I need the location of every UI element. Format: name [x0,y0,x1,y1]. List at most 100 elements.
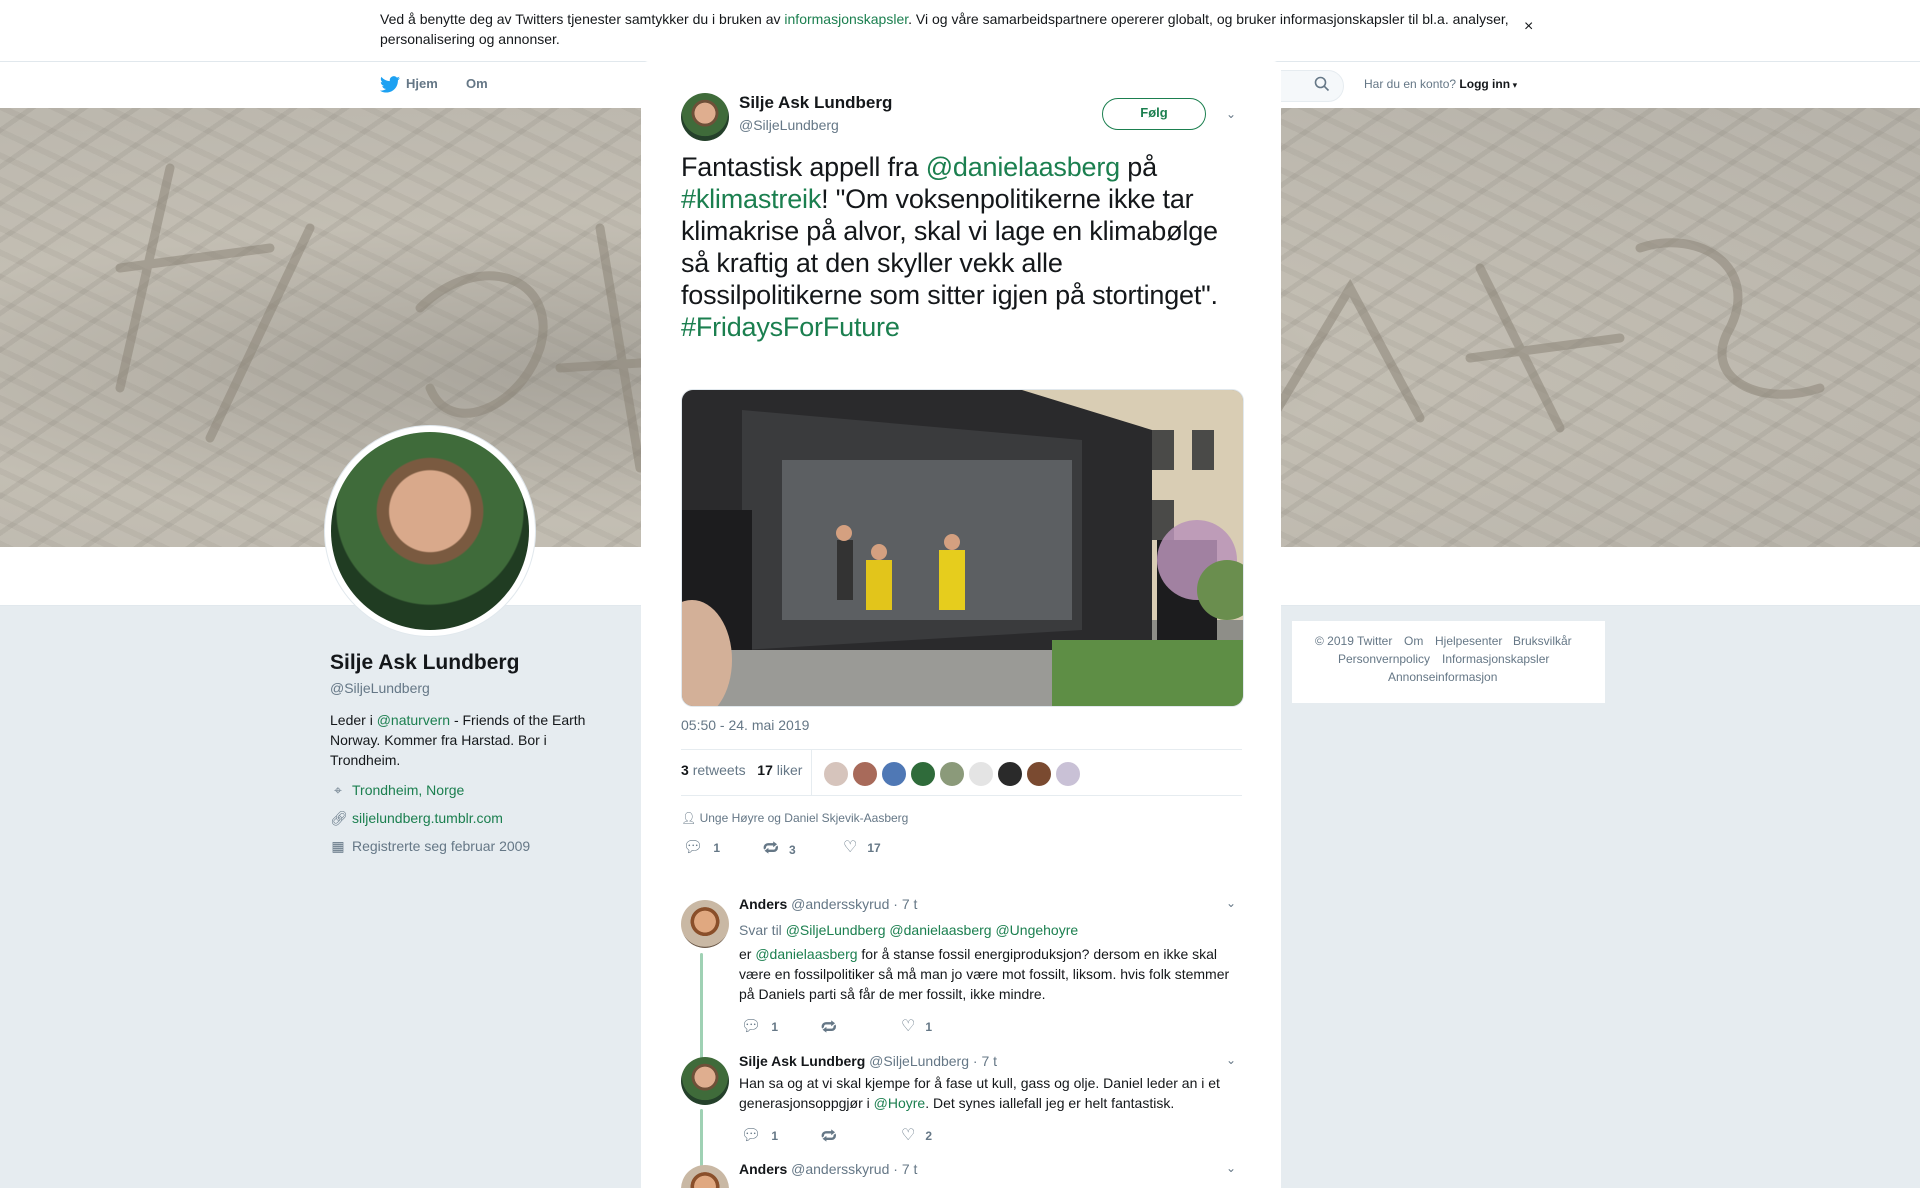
close-icon[interactable]: × [1874,10,1892,44]
reply-text: er @danielaasberg for å stanse fossil en… [739,944,1239,1004]
retweet-button[interactable]: 🔁︎ 3 [763,837,796,860]
chevron-down-icon[interactable]: ⌄ [1226,1161,1236,1175]
reply-mention-link[interactable]: @danielaasberg [755,946,857,962]
liker-avatar[interactable] [1055,761,1081,787]
link-icon: 🔗︎ [330,810,348,826]
login-prompt: Har du en konto? [1364,77,1457,91]
tweet-photo[interactable] [681,389,1244,707]
nav-about[interactable]: Om [466,76,488,91]
joined-text: Registrerte seg februar 2009 [352,838,531,854]
heart-icon: ♡ [901,1127,916,1144]
profile-joined: ▦ Registrerte seg februar 2009 [330,838,530,855]
profile-handle[interactable]: @SiljeLundberg [330,680,430,696]
location-link[interactable]: Trondheim, Norge [352,782,464,798]
profile-avatar[interactable] [324,425,536,637]
reply-icon: 💬︎ [683,839,704,856]
liker-avatar[interactable] [968,761,994,787]
author-name[interactable]: Silje Ask Lundberg [739,93,892,113]
reply-button[interactable]: 💬︎ 1 [741,1125,778,1145]
footer-help[interactable]: Hjelpesenter [1435,634,1502,648]
reply-avatar[interactable] [681,1057,729,1105]
like-button[interactable]: ♡ 2 [901,1125,932,1145]
hashtag-fridaysforfuture-link[interactable]: #FridaysForFuture [681,312,900,342]
retweet-count[interactable]: 3 [681,762,689,778]
author-handle[interactable]: @SiljeLundberg [739,117,839,133]
profile-name[interactable]: Silje Ask Lundberg [330,651,519,675]
liker-avatar[interactable] [939,761,965,787]
tweet-mention-link[interactable]: @danielaasberg [926,152,1120,182]
footer-about[interactable]: Om [1404,634,1423,648]
retweets-label[interactable]: retweets [693,762,746,778]
profile-bio: Leder i @naturvern - Friends of the Eart… [330,710,598,770]
tweet-text: Fantastisk appell fra @danielaasberg på … [681,151,1246,343]
calendar-icon: ▦ [331,838,345,854]
reply-header: Silje Ask Lundberg @SiljeLundberg · 7 t [739,1053,997,1069]
like-count: 2 [925,1129,933,1143]
liker-avatar[interactable] [910,761,936,787]
like-count[interactable]: 17 [757,762,773,778]
reply-author-handle[interactable]: @SiljeLundberg [869,1053,969,1069]
stats-divider [811,749,812,795]
login-link[interactable]: Logg inn [1459,77,1510,91]
liked-by-text: 👤︎ Unge Høyre og Daniel Skjevik-Aasberg [681,811,908,825]
reply-author-handle[interactable]: @andersskyrud [791,1161,889,1177]
cookie-link[interactable]: informasjonskapsler [784,11,908,27]
cookie-close-button[interactable]: × [1524,18,1533,36]
search-icon[interactable] [1314,76,1330,97]
bio-mention-link[interactable]: @naturvern [377,712,450,728]
caret-down-icon[interactable]: ▾ [1510,80,1518,90]
like-button[interactable]: ♡ 1 [901,1016,932,1036]
reply-time[interactable]: · 7 t [893,1161,917,1177]
reply-button[interactable]: 💬︎ 1 [741,1016,778,1036]
footer-cookies[interactable]: Informasjonskapsler [1442,652,1549,666]
reply-author-name[interactable]: Anders [739,1161,787,1177]
reply-time[interactable]: · 7 t [973,1053,997,1069]
reply-time[interactable]: · 7 t [893,896,917,912]
retweet-action-count: 3 [789,843,796,857]
footer-privacy[interactable]: Personvernpolicy [1338,652,1430,666]
reply-to-mentions[interactable]: @SiljeLundberg @danielaasberg @Ungehoyre [786,922,1078,938]
liker-avatar[interactable] [823,761,849,787]
liker-avatar[interactable] [881,761,907,787]
like-button[interactable]: ♡ 17 [843,837,881,857]
reply-text-part: er [739,946,756,962]
reply-avatar[interactable] [681,1165,729,1188]
location-pin-icon: ⌖ [334,782,342,798]
retweet-button[interactable]: 🔁︎ [821,1125,847,1148]
reply-text: Han sa og at vi skal kjempe for å fase u… [739,1073,1239,1113]
bio-text: Leder i [330,712,377,728]
footer-ads[interactable]: Annonseinformasjon [1388,670,1497,684]
chevron-down-icon[interactable]: ⌄ [1226,107,1236,121]
reply-button[interactable]: 💬︎ 1 [683,837,720,857]
reply-author-handle[interactable]: @andersskyrud [791,896,889,912]
hashtag-klimastreik-link[interactable]: #klimastreik [681,184,821,214]
likes-label[interactable]: liker [777,762,803,778]
heart-icon: ♡ [843,839,858,856]
reply-avatar[interactable] [681,900,729,948]
liker-avatar[interactable] [997,761,1023,787]
chevron-down-icon[interactable]: ⌄ [1226,1053,1236,1067]
reply-icon: 💬︎ [741,1127,762,1144]
footer-terms[interactable]: Bruksvilkår [1513,634,1572,648]
website-link[interactable]: siljelundberg.tumblr.com [352,810,503,826]
retweet-button[interactable]: 🔁︎ [821,1016,847,1039]
reply-author-name[interactable]: Silje Ask Lundberg [739,1053,865,1069]
reply-count: 1 [771,1129,778,1143]
tweet-stats: 3 retweets 17 liker [681,762,802,778]
retweet-icon: 🔁︎ [763,841,780,858]
nav-home[interactable]: Hjem [406,76,438,91]
author-avatar[interactable] [681,93,729,141]
liked-by-names[interactable]: Unge Høyre og Daniel Skjevik-Aasberg [700,811,909,825]
reply-author-name[interactable]: Anders [739,896,787,912]
reply-count: 1 [771,1020,778,1034]
tweet-modal: Silje Ask Lundberg @SiljeLundberg Følg ⌄… [641,61,1281,1188]
chevron-down-icon[interactable]: ⌄ [1226,896,1236,910]
liker-avatar[interactable] [1026,761,1052,787]
liker-avatar[interactable] [852,761,878,787]
follow-button[interactable]: Følg [1102,98,1206,130]
like-action-count: 17 [867,841,881,855]
profile-website: 🔗︎ siljelundberg.tumblr.com [330,810,503,827]
tweet-timestamp[interactable]: 05:50 - 24. mai 2019 [681,717,809,733]
twitter-bird-icon[interactable] [380,76,400,98]
reply-mention-link[interactable]: @Hoyre [874,1095,926,1111]
